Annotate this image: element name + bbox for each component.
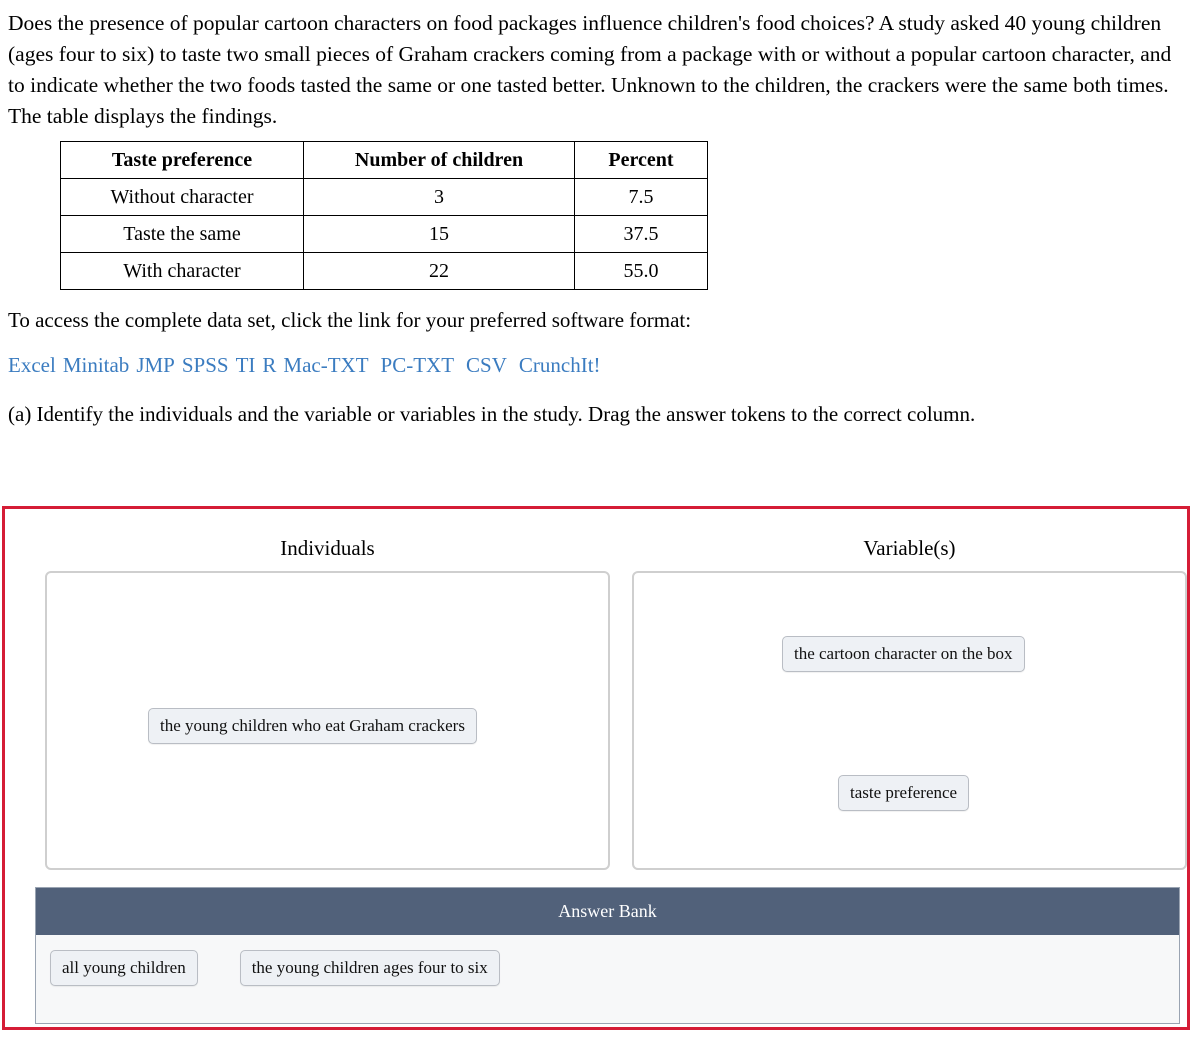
drag-and-drop-panel: Individuals the young children who eat G… xyxy=(2,506,1190,1030)
cell-taste-preference: Taste the same xyxy=(60,215,304,253)
link-jmp[interactable]: JMP xyxy=(136,353,175,377)
cell-taste-preference: With character xyxy=(60,252,304,290)
answer-bank-tokens[interactable]: all young children the young children ag… xyxy=(36,935,1179,1023)
column-individuals: Individuals the young children who eat G… xyxy=(45,535,610,870)
table-header-row: Taste preference Number of children Perc… xyxy=(60,141,708,179)
column-variables: Variable(s) the cartoon character on the… xyxy=(631,535,1187,870)
findings-table-wrapper: Taste preference Number of children Perc… xyxy=(60,141,1200,290)
token-young-children-who-eat-graham-crackers[interactable]: the young children who eat Graham cracke… xyxy=(148,708,477,744)
software-format-links: Excel Minitab JMP SPSS TI R Mac-TXT PC-TXT CSV Cr… xyxy=(8,353,1200,378)
link-pc-txt[interactable]: PC-TXT xyxy=(381,353,455,377)
data-access-instruction: To access the complete data set, click t… xyxy=(8,308,692,332)
intro-paragraph: Does the presence of popular cartoon cha… xyxy=(8,11,1172,128)
column-title-individuals: Individuals xyxy=(280,536,375,560)
table-row: Taste the same 15 37.5 xyxy=(60,215,708,253)
cell-taste-preference: Without character xyxy=(60,178,304,216)
drop-columns: Individuals the young children who eat G… xyxy=(5,509,1187,870)
link-minitab[interactable]: Minitab xyxy=(63,353,130,377)
cell-number-of-children: 15 xyxy=(303,215,575,253)
link-spss[interactable]: SPSS xyxy=(182,353,229,377)
table-row: Without character 3 7.5 xyxy=(60,178,708,216)
token-taste-preference[interactable]: taste preference xyxy=(837,775,970,811)
dropzone-individuals[interactable]: the young children who eat Graham cracke… xyxy=(45,571,610,870)
cell-number-of-children: 3 xyxy=(303,178,575,216)
table-header-taste-preference: Taste preference xyxy=(60,141,304,179)
link-ti[interactable]: TI xyxy=(236,353,256,377)
answer-bank: Answer Bank all young children the young… xyxy=(35,887,1180,1024)
table-header-percent: Percent xyxy=(574,141,708,179)
link-mac-txt[interactable]: Mac-TXT xyxy=(283,353,368,377)
cell-number-of-children: 22 xyxy=(303,252,575,290)
cell-percent: 55.0 xyxy=(574,252,708,290)
dropzone-variables[interactable]: the cartoon character on the box taste p… xyxy=(631,571,1187,870)
answer-bank-title: Answer Bank xyxy=(36,888,1179,935)
token-young-children-ages-four-to-six[interactable]: the young children ages four to six xyxy=(239,950,500,986)
column-title-variables: Variable(s) xyxy=(863,536,956,560)
findings-table: Taste preference Number of children Perc… xyxy=(60,141,708,290)
cell-percent: 7.5 xyxy=(574,178,708,216)
cell-percent: 37.5 xyxy=(574,215,708,253)
token-all-young-children[interactable]: all young children xyxy=(50,950,198,986)
question-a-text: (a) Identify the individuals and the var… xyxy=(8,402,976,426)
link-crunchit[interactable]: CrunchIt! xyxy=(519,353,601,377)
token-cartoon-character-on-the-box[interactable]: the cartoon character on the box xyxy=(781,636,1025,672)
link-r[interactable]: R xyxy=(262,353,276,377)
table-header-number-of-children: Number of children xyxy=(303,141,575,179)
table-row: With character 22 55.0 xyxy=(60,252,708,290)
link-csv[interactable]: CSV xyxy=(466,353,507,377)
link-excel[interactable]: Excel xyxy=(8,353,56,377)
